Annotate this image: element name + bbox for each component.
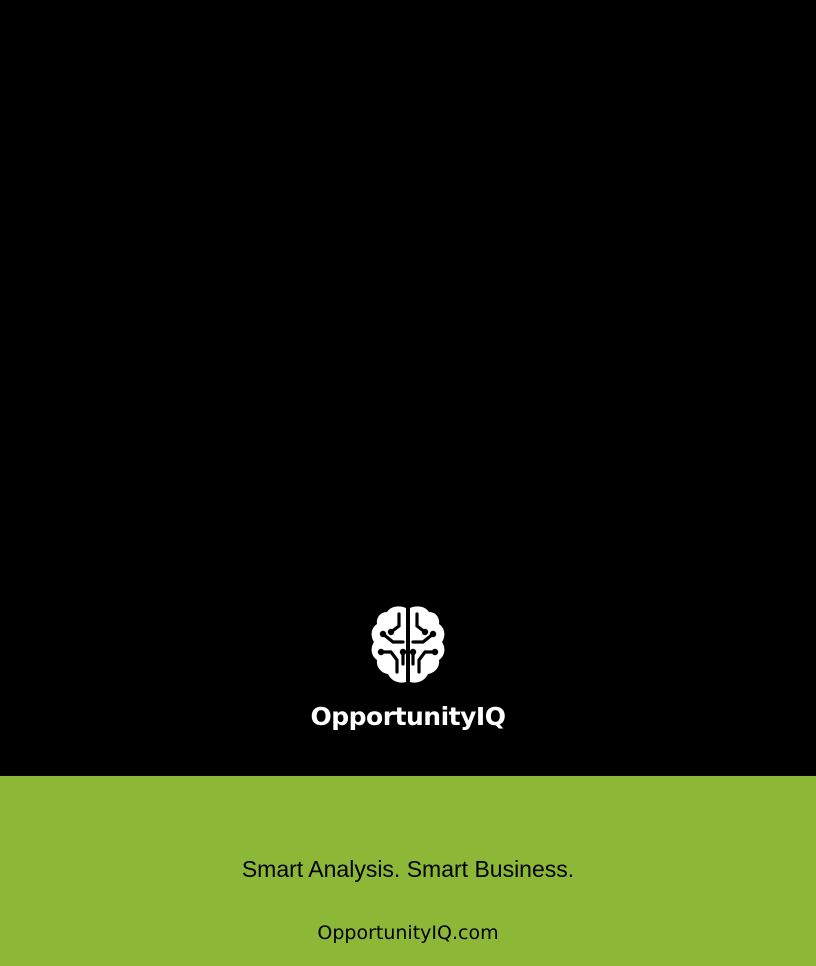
black-panel: OpportunityIQ bbox=[0, 0, 816, 776]
tagline: Smart Analysis. Smart Business. bbox=[241, 856, 575, 882]
website-link[interactable]: OpportunityIQ.com bbox=[0, 922, 816, 944]
back-cover-page: OpportunityIQ Smart Analysis. Smart Busi… bbox=[0, 0, 816, 966]
brand-name: OpportunityIQ bbox=[310, 702, 506, 731]
brain-icon bbox=[371, 606, 445, 683]
green-footer-panel: Smart Analysis. Smart Business. Opportun… bbox=[0, 776, 816, 966]
